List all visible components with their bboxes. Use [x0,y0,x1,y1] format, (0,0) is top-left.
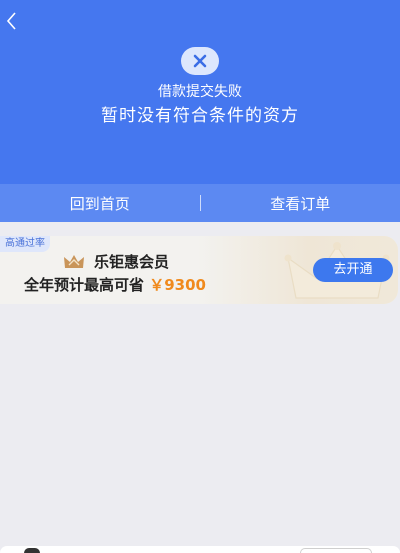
saving-text: 全年预计最高可省 ￥9300 [24,274,206,296]
crown-icon [64,255,84,268]
back-button[interactable] [0,8,22,34]
chevron-left-icon [6,12,16,30]
view-orders-button[interactable]: 查看订单 [201,184,400,222]
saving-amount: ￥9300 [149,276,206,294]
membership-promo-card[interactable]: 高通过率 乐钜惠会员 全年预计最高可省 ￥9300 去开通 [0,236,398,304]
close-icon [181,47,219,75]
status-header: 借款提交失败 暂时没有符合条件的资方 [0,0,400,184]
high-approval-badge: 高通过率 [0,236,50,252]
membership-name: 乐钜惠会员 [94,253,170,271]
action-bar: 回到首页 查看订单 [0,184,400,222]
status-reason: 暂时没有符合条件的资方 [101,106,299,126]
open-membership-button[interactable]: 去开通 [313,258,393,282]
bottom-panel-icon [24,548,40,553]
back-home-button[interactable]: 回到首页 [0,184,200,222]
saving-prefix: 全年预计最高可省 [24,276,145,294]
bottom-panel-button[interactable] [300,548,372,553]
status-title: 借款提交失败 [158,84,242,100]
